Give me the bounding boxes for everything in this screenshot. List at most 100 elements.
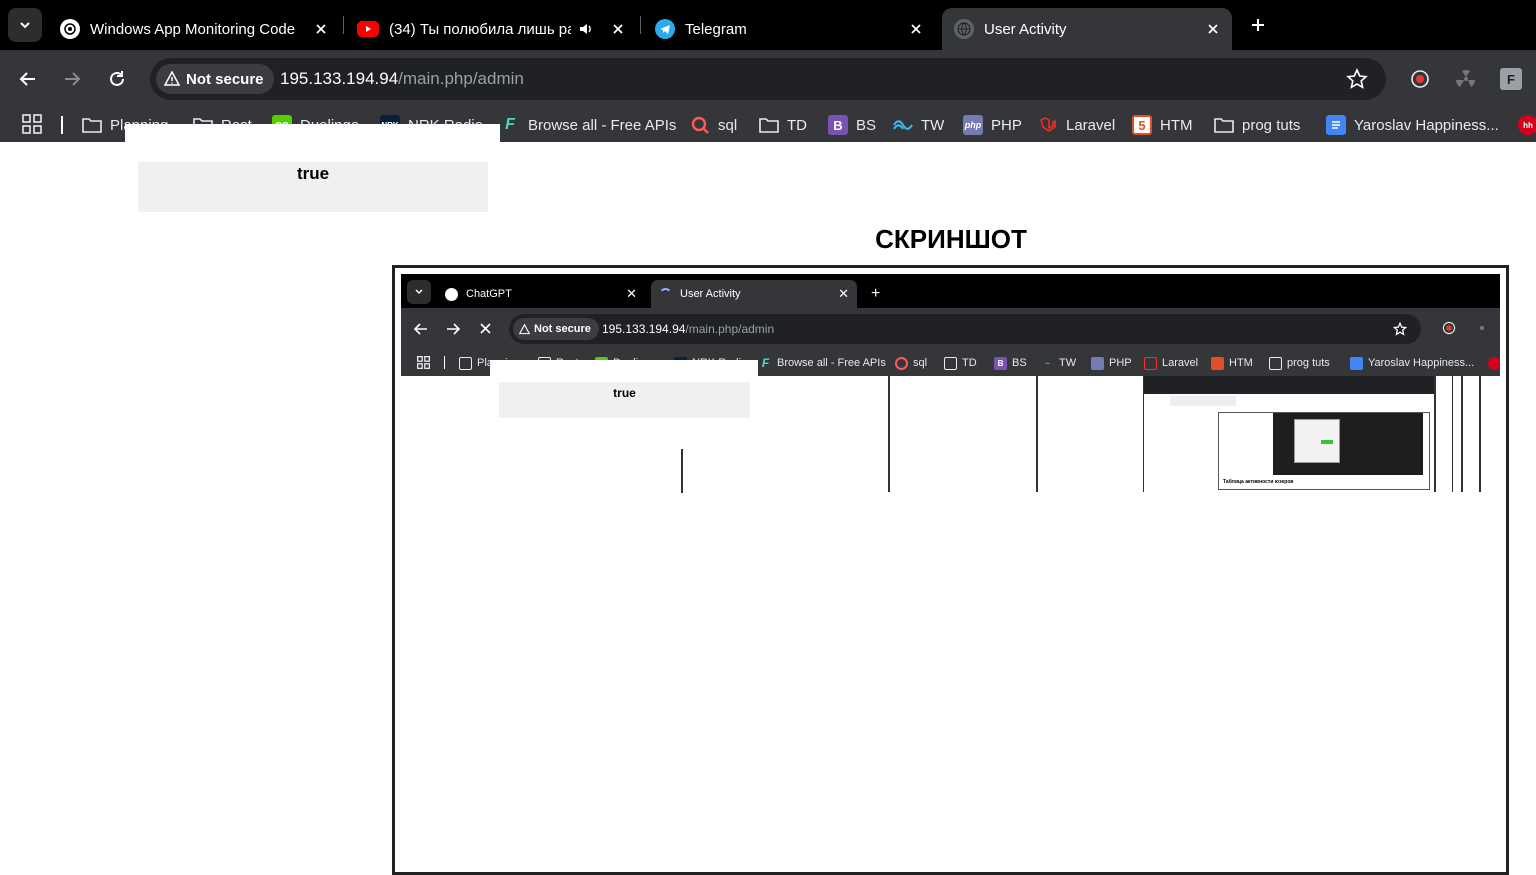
bookmark-htm[interactable]: 5 HTM	[1132, 112, 1193, 138]
bookmark-php[interactable]: php PHP	[963, 112, 1022, 138]
folder-icon	[944, 356, 957, 370]
page-content: true СКРИНШОТ ChatGPT ✕ User Activity ✕	[0, 124, 1536, 875]
overlay-panel	[125, 124, 500, 148]
freeapis-icon: F	[761, 356, 770, 370]
status-value: true	[296, 164, 330, 183]
tab-youtube[interactable]: (34) Ты полюбила лишь ра	[345, 8, 637, 50]
screenshot-image: ChatGPT ✕ User Activity ✕ + Not secure 1…	[401, 274, 1500, 500]
plus-icon	[1252, 19, 1264, 31]
tab-title: Telegram	[685, 20, 747, 38]
inner-bookmark-label: prog tuts	[1287, 357, 1330, 369]
docs-icon	[1350, 356, 1363, 370]
tab-telegram[interactable]: Telegram	[643, 8, 935, 50]
apps-grid-icon[interactable]	[22, 114, 42, 134]
status-box: true	[138, 162, 488, 212]
close-icon[interactable]	[1204, 20, 1222, 38]
tab-user-activity[interactable]: User Activity	[942, 8, 1232, 50]
bookmark-bs[interactable]: B BS	[828, 112, 876, 138]
search-icon	[895, 356, 908, 370]
address-bar[interactable]: Not secure 195.133.194.94/main.php/admin	[150, 58, 1386, 100]
inner-bookmark-label: PHP	[1109, 357, 1132, 369]
inner-status-value: true	[613, 386, 636, 400]
bookmark-star-button[interactable]	[1346, 68, 1368, 90]
inner-toolbar: Not secure 195.133.194.94/main.php/admin	[401, 308, 1500, 350]
folder-icon	[459, 356, 472, 370]
bookmark-tw[interactable]: TW	[893, 112, 944, 138]
bookmarks-divider	[61, 116, 63, 134]
tab-windows-app-monitoring[interactable]: Windows App Monitoring Code	[48, 8, 340, 50]
bookmark-prog-tuts[interactable]: prog tuts	[1214, 112, 1300, 138]
new-tab-button[interactable]	[1244, 11, 1272, 39]
arrow-right-icon	[447, 323, 460, 335]
speaker-icon[interactable]	[577, 20, 595, 38]
divider-line	[681, 449, 683, 493]
tab-search-button[interactable]	[8, 8, 42, 42]
bookmark-label: HTM	[1160, 116, 1193, 134]
tab-separator	[640, 16, 641, 34]
inner-bookmark-label: HTM	[1229, 357, 1253, 369]
bookmark-yaroslav[interactable]: Yaroslav Happiness...	[1326, 112, 1499, 138]
extension-button[interactable]	[1409, 68, 1431, 90]
close-icon[interactable]	[609, 20, 627, 38]
telegram-icon	[655, 19, 675, 39]
chatgpt-icon	[445, 287, 458, 301]
security-chip[interactable]: Not secure	[156, 64, 274, 94]
recursive-dialog	[1294, 419, 1340, 463]
arrow-left-icon	[19, 72, 35, 86]
extension-button[interactable]	[1455, 68, 1477, 90]
loading-icon	[659, 287, 672, 301]
inner-bookmark-label: TW	[1059, 357, 1077, 369]
recursive-dark-window	[1273, 413, 1423, 475]
tailwind-icon	[893, 115, 913, 135]
star-icon	[1346, 68, 1368, 89]
inner-bookmarks-divider	[444, 356, 445, 369]
inner-bookmark-label: Yaroslav Happiness...	[1368, 357, 1475, 369]
close-icon[interactable]	[312, 20, 330, 38]
back-button[interactable]	[12, 63, 44, 95]
bookmark-label: BS	[856, 116, 877, 134]
tab-title: Windows App Monitoring Code	[90, 20, 296, 38]
freeapis-icon: F	[505, 116, 515, 133]
globe-icon	[954, 19, 974, 39]
inner-bookmark: B BS	[994, 354, 1027, 372]
reload-button[interactable]	[101, 63, 133, 95]
html5-icon	[1211, 356, 1224, 370]
chevron-down-icon	[415, 289, 423, 295]
close-icon[interactable]	[907, 20, 925, 38]
hh-icon: hh	[1518, 115, 1536, 135]
bookmark-label: prog tuts	[1242, 116, 1301, 134]
php-icon: php	[963, 115, 983, 135]
tailwind-icon: ~	[1045, 358, 1050, 368]
url-text[interactable]: 195.133.194.94/main.php/admin	[280, 69, 524, 89]
inner-url-host: 195.133.194.94	[602, 322, 686, 336]
inner-url: 195.133.194.94/main.php/admin	[602, 322, 774, 336]
bookmark-free-apis[interactable]: F Browse all - Free APIs	[500, 112, 676, 138]
profile-avatar[interactable]: F	[1500, 68, 1522, 90]
bookmark-hh[interactable]: hh	[1518, 112, 1536, 138]
bookmark-label: Browse all - Free APIs	[528, 116, 677, 134]
close-icon: ✕	[838, 286, 849, 301]
bookmark-sql[interactable]: sql	[690, 112, 737, 138]
inner-bookmark: Laravel	[1144, 354, 1198, 372]
url-host: 195.133.194.94	[280, 69, 399, 88]
inner-bookmark: sql	[895, 354, 927, 372]
screen-record-icon	[1442, 321, 1456, 335]
inner-security-chip: Not secure	[513, 318, 599, 340]
tab-title: (34) Ты полюбила лишь ра	[389, 20, 571, 38]
bookmark-laravel[interactable]: Laravel	[1038, 112, 1115, 138]
bookmark-label: Laravel	[1066, 116, 1116, 134]
bookmark-label: Yaroslav Happiness...	[1354, 116, 1499, 134]
arrow-left-icon	[414, 323, 427, 335]
bookmark-td[interactable]: TD	[759, 112, 807, 138]
forward-button[interactable]	[56, 63, 88, 95]
recursive-inner-screenshot: Таблица активности юзеров	[1218, 412, 1430, 490]
profile-letter: F	[1507, 71, 1515, 87]
inner-tab-user-activity: User Activity ✕	[651, 280, 857, 308]
recursive-screenshot: Таблица активности юзеров	[1143, 376, 1436, 492]
bookmark-label: PHP	[991, 116, 1022, 134]
hh-icon	[1488, 356, 1500, 370]
bookmark-label: sql	[718, 116, 738, 134]
youtube-icon	[357, 21, 379, 37]
inner-tab-title: User Activity	[680, 288, 741, 300]
inner-bookmark: HTM	[1211, 354, 1253, 372]
